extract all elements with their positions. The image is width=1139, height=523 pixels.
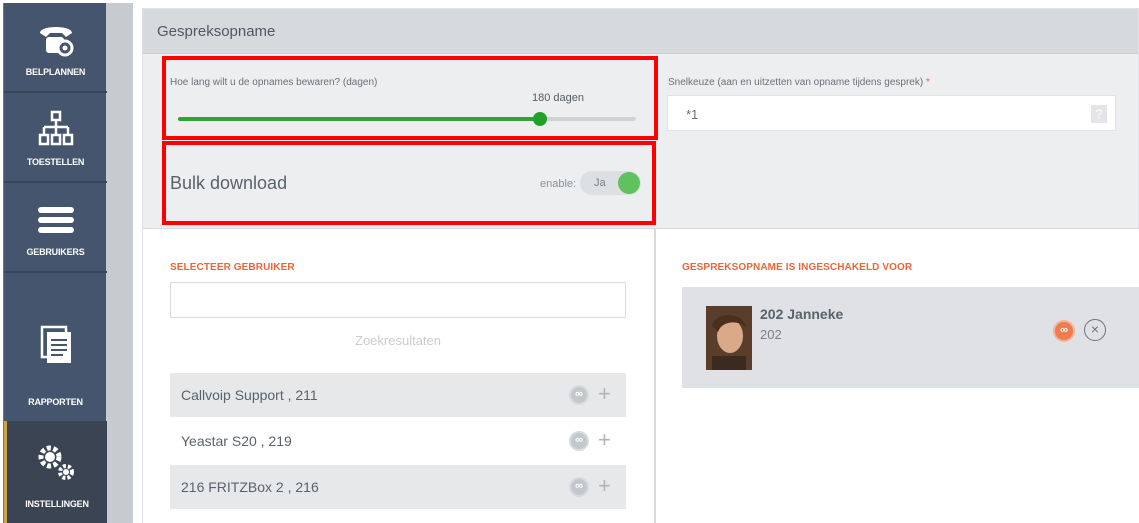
nav-item-rapporten[interactable]: RAPPORTEN	[4, 273, 107, 421]
select-user-title: SELECTEER GEBRUIKER	[170, 262, 295, 273]
gears-icon	[38, 445, 74, 480]
shortcut-input[interactable]: *1 ?	[667, 95, 1116, 131]
highlight-box-bulk	[162, 141, 656, 225]
sidebar: BELPLANNEN TOESTELLEN GEBRUIKERS RAPPORT…	[3, 3, 133, 523]
list-item: Callvoip Support , 211 +	[170, 373, 626, 417]
search-results-label: Zoekresultaten	[355, 333, 441, 348]
panel-header: Gespreksopname	[143, 9, 1138, 54]
user-name: Callvoip Support , 211	[181, 387, 318, 403]
page-title: Gespreksopname	[157, 23, 276, 40]
add-user-button[interactable]: +	[598, 473, 611, 499]
phone-gear-icon	[40, 27, 74, 57]
recording-icon	[569, 385, 589, 405]
enabled-user-ext: 202	[760, 327, 782, 342]
avatar-image	[706, 306, 752, 370]
main-nav: BELPLANNEN TOESTELLEN GEBRUIKERS RAPPORT…	[3, 3, 107, 523]
user-search-input[interactable]	[170, 282, 626, 318]
nav-item-belplannen[interactable]: BELPLANNEN	[4, 3, 107, 91]
list-item: 216 FRITZBox 2 , 216 +	[170, 465, 626, 509]
document-icon	[40, 325, 71, 363]
shortcut-label-text: Snelkeuze (aan en uitzetten van opname t…	[668, 77, 924, 88]
help-icon[interactable]: ?	[1091, 105, 1107, 123]
shortcut-value: *1	[686, 107, 699, 122]
user-name: 216 FRITZBox 2 , 216	[181, 479, 319, 495]
avatar	[706, 306, 752, 370]
list-item: Yeastar S20 , 219 +	[170, 419, 626, 463]
remove-user-button[interactable]: ×	[1084, 319, 1106, 341]
enabled-user-card: 202 Janneke 202 ×	[682, 287, 1139, 388]
nav-label: TOESTELLEN	[26, 157, 85, 167]
nav-item-gebruikers[interactable]: GEBRUIKERS	[4, 183, 107, 271]
hierarchy-icon	[38, 110, 74, 146]
highlight-box-retention	[162, 56, 658, 140]
recording-icon	[569, 477, 589, 497]
nav-item-toestellen[interactable]: TOESTELLEN	[4, 93, 107, 181]
recording-active-icon[interactable]	[1053, 320, 1075, 342]
add-user-button[interactable]: +	[598, 381, 611, 407]
shortcut-label: Snelkeuze (aan en uitzetten van opname t…	[668, 77, 930, 88]
nav-item-instellingen[interactable]: INSTELLINGEN	[4, 421, 107, 523]
required-mark: *	[925, 77, 930, 88]
nav-label: GEBRUIKERS	[26, 247, 85, 257]
recording-icon	[569, 431, 589, 451]
nav-label: INSTELLINGEN	[25, 499, 89, 509]
user-name: Yeastar S20 , 219	[181, 433, 292, 449]
add-user-button[interactable]: +	[598, 427, 611, 453]
enabled-for-title: GESPREKSOPNAME IS INGESCHAKELD VOOR	[682, 262, 913, 273]
nav-label: RAPPORTEN	[28, 397, 83, 407]
nav-label: BELPLANNEN	[25, 67, 86, 77]
hamburger-icon	[38, 207, 74, 233]
enabled-user-name: 202 Janneke	[760, 306, 844, 322]
